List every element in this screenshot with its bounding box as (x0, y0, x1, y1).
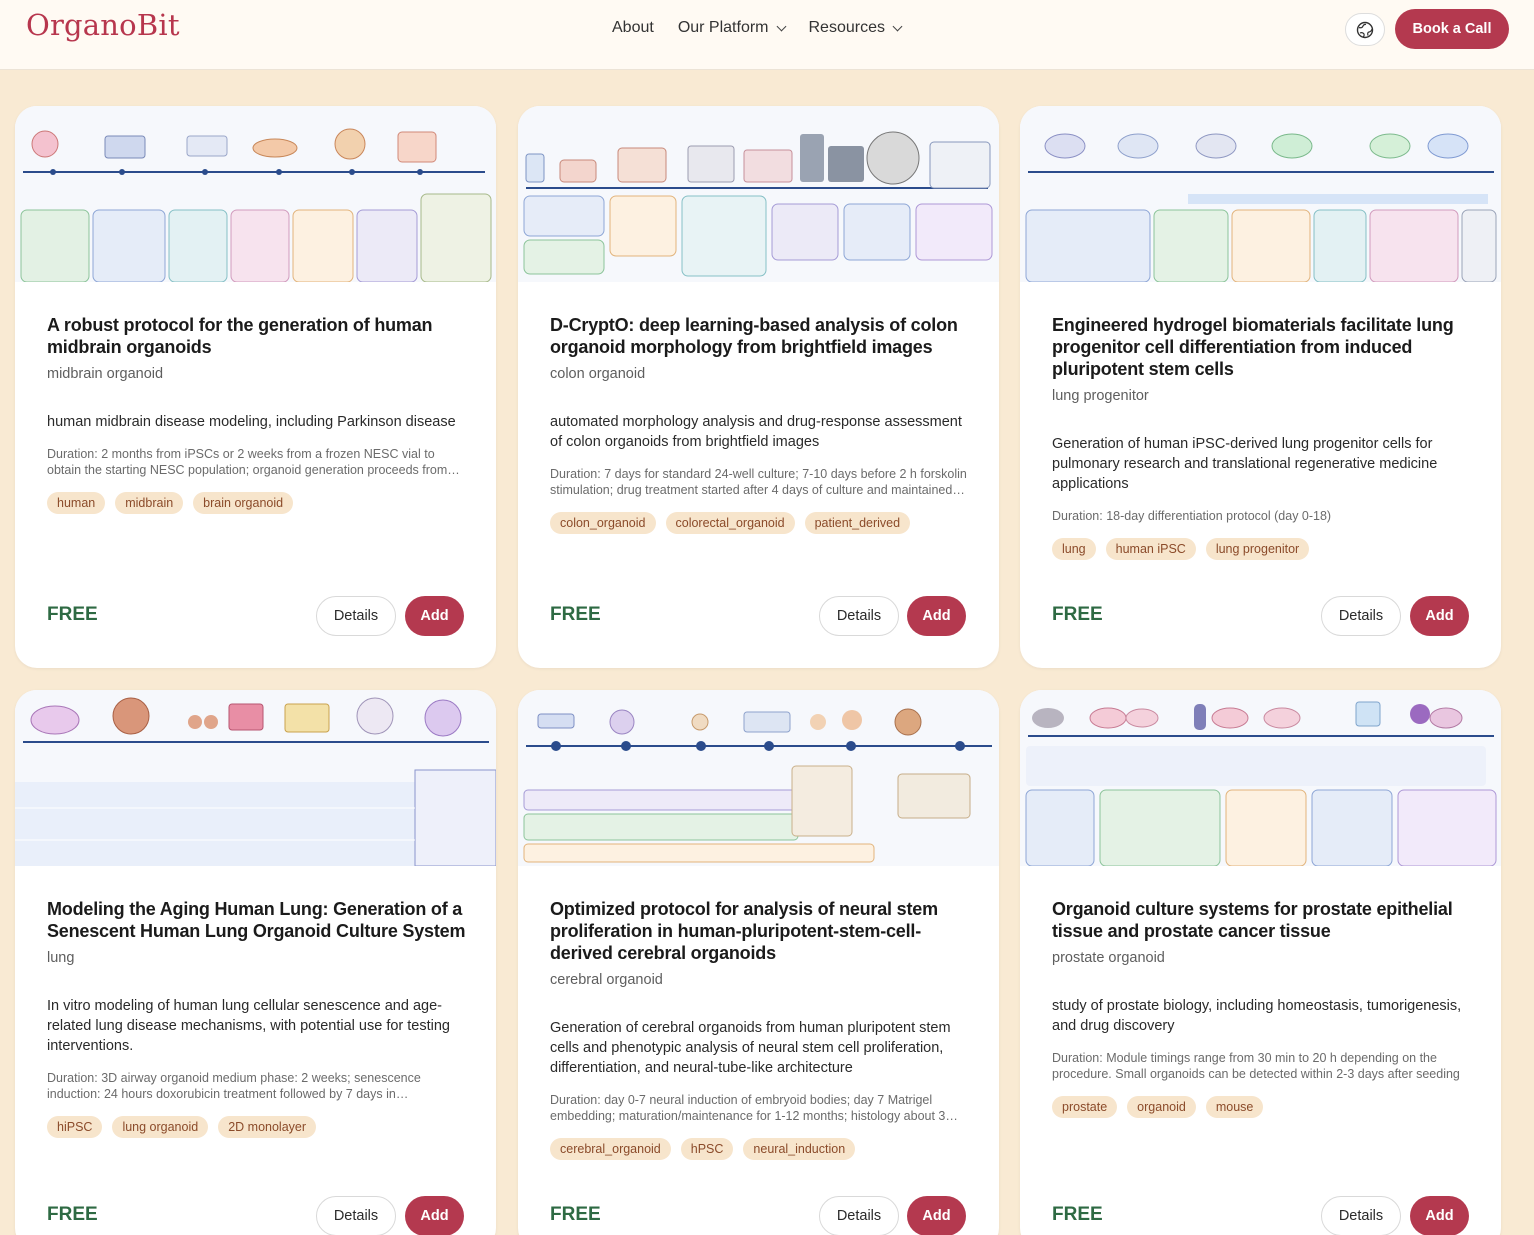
tag: prostate (1052, 1096, 1118, 1118)
card-content: A robust protocol for the generation of … (47, 314, 467, 514)
card-category: cerebral organoid (550, 972, 663, 988)
card-content: Organoid culture systems for prostate ep… (1052, 898, 1472, 1118)
price-label: FREE (1052, 1204, 1103, 1225)
card-tags: hiPSC lung organoid 2D monolayer (47, 1116, 467, 1138)
card-content: Engineered hydrogel biomaterials facilit… (1052, 314, 1472, 560)
card-category: lung (47, 950, 75, 966)
protocol-thumbnail (518, 106, 999, 282)
price-label: FREE (47, 1204, 98, 1225)
tag: patient_derived (804, 512, 911, 534)
nav-about[interactable]: About (612, 19, 654, 37)
tag: mouse (1205, 1096, 1264, 1118)
tag: neural_induction (743, 1138, 856, 1160)
details-button[interactable]: Details (1321, 596, 1401, 636)
add-button[interactable]: Add (405, 1196, 464, 1235)
price-label: FREE (47, 604, 98, 625)
tag: 2D monolayer (218, 1116, 317, 1138)
card-description: study of prostate biology, including hom… (1052, 998, 1462, 1034)
card-description: human midbrain disease modeling, includi… (47, 414, 456, 430)
add-button[interactable]: Add (1410, 596, 1469, 636)
card-duration: Duration: Module timings range from 30 m… (1052, 1051, 1460, 1081)
price-label: FREE (550, 1204, 601, 1225)
card-tags: lung human iPSC lung progenitor (1052, 538, 1472, 560)
card-title[interactable]: Modeling the Aging Human Lung: Generatio… (47, 898, 467, 942)
add-button[interactable]: Add (907, 596, 966, 636)
protocol-thumbnail (15, 690, 496, 866)
protocol-card: A robust protocol for the generation of … (15, 106, 496, 668)
nav-about-label: About (612, 19, 654, 36)
card-tags: prostate organoid mouse (1052, 1096, 1472, 1118)
globe-icon (1356, 21, 1374, 38)
language-button[interactable] (1345, 13, 1385, 46)
tag: brain organoid (193, 492, 294, 514)
nav-our-platform[interactable]: Our Platform (677, 19, 786, 37)
card-description: Generation of cerebral organoids from hu… (550, 1020, 951, 1076)
details-button[interactable]: Details (316, 1196, 396, 1235)
site-header: OrganoBit About Our Platform Resources B… (0, 0, 1534, 70)
details-button[interactable]: Details (819, 1196, 899, 1235)
card-duration: Duration: 3D airway organoid medium phas… (47, 1071, 421, 1101)
card-title[interactable]: Engineered hydrogel biomaterials facilit… (1052, 314, 1472, 380)
tag: colorectal_organoid (665, 512, 795, 534)
tag: organoid (1127, 1096, 1196, 1118)
card-duration: Duration: 2 months from iPSCs or 2 weeks… (47, 447, 448, 477)
card-description: Generation of human iPSC-derived lung pr… (1052, 436, 1438, 492)
card-content: Modeling the Aging Human Lung: Generatio… (47, 898, 467, 1138)
details-button[interactable]: Details (1321, 1196, 1401, 1235)
details-button[interactable]: Details (316, 596, 396, 636)
protocol-thumbnail (518, 690, 999, 866)
nav-our-platform-label: Our Platform (677, 19, 769, 36)
card-duration: Duration: 18-day differentiation protoco… (1052, 509, 1332, 523)
card-category: midbrain organoid (47, 366, 164, 382)
tag: midbrain (115, 492, 184, 514)
tag: hPSC (680, 1138, 734, 1160)
card-title[interactable]: Organoid culture systems for prostate ep… (1052, 898, 1472, 942)
add-button[interactable]: Add (1410, 1196, 1469, 1235)
price-label: FREE (1052, 604, 1103, 625)
nav-resources-label: Resources (808, 19, 885, 36)
protocol-thumbnail (1020, 106, 1501, 282)
price-label: FREE (550, 604, 601, 625)
card-title[interactable]: D-CryptO: deep learning-based analysis o… (550, 314, 970, 358)
protocol-card: Engineered hydrogel biomaterials facilit… (1020, 106, 1501, 668)
tag: hiPSC (47, 1116, 103, 1138)
protocol-card: Modeling the Aging Human Lung: Generatio… (15, 690, 496, 1235)
add-button[interactable]: Add (907, 1196, 966, 1235)
card-tags: cerebral_organoid hPSC neural_induction (550, 1138, 970, 1160)
card-description: In vitro modeling of human lung cellular… (47, 998, 450, 1054)
tag: colon_organoid (550, 512, 656, 534)
card-content: Optimized protocol for analysis of neura… (550, 898, 970, 1160)
protocol-thumbnail (1020, 690, 1501, 866)
card-title[interactable]: Optimized protocol for analysis of neura… (550, 898, 970, 964)
card-content: D-CryptO: deep learning-based analysis o… (550, 314, 970, 534)
card-tags: human midbrain brain organoid (47, 492, 467, 514)
tag: human iPSC (1105, 538, 1196, 560)
chevron-down-icon (892, 21, 903, 31)
chevron-down-icon (776, 21, 786, 31)
card-category: lung progenitor (1052, 388, 1149, 404)
card-category: prostate organoid (1052, 950, 1165, 966)
add-button[interactable]: Add (405, 596, 464, 636)
card-title[interactable]: A robust protocol for the generation of … (47, 314, 467, 358)
tag: lung organoid (112, 1116, 209, 1138)
tag: cerebral_organoid (550, 1138, 671, 1160)
protocol-card: Organoid culture systems for prostate ep… (1020, 690, 1501, 1235)
protocol-card: D-CryptO: deep learning-based analysis o… (518, 106, 999, 668)
logo[interactable]: OrganoBit (26, 8, 180, 42)
main-nav: About Our Platform Resources (612, 19, 903, 37)
book-call-button[interactable]: Book a Call (1395, 9, 1509, 49)
card-description: automated morphology analysis and drug-r… (550, 414, 962, 450)
tag: lung (1052, 538, 1096, 560)
details-button[interactable]: Details (819, 596, 899, 636)
card-tags: colon_organoid colorectal_organoid patie… (550, 512, 970, 534)
nav-resources[interactable]: Resources (808, 19, 903, 37)
card-category: colon organoid (550, 366, 646, 382)
protocol-thumbnail (15, 106, 496, 282)
tag: human (47, 492, 106, 514)
protocol-card: Optimized protocol for analysis of neura… (518, 690, 999, 1235)
tag: lung progenitor (1205, 538, 1310, 560)
card-duration: Duration: day 0-7 neural induction of em… (550, 1093, 946, 1123)
card-duration: Duration: 7 days for standard 24-well cu… (550, 467, 967, 497)
